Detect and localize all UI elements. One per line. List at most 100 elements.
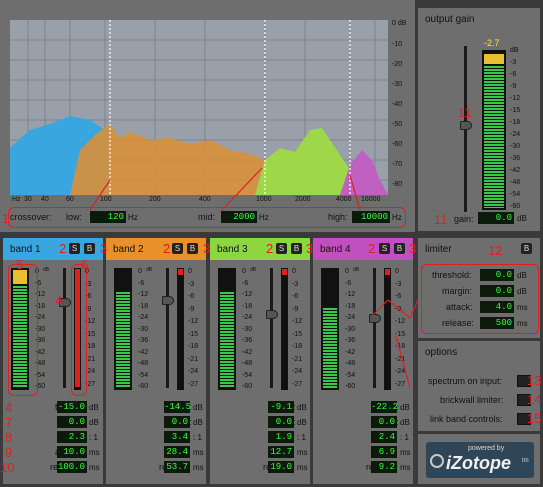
band-release-unit: ms bbox=[297, 463, 308, 472]
band-ratio-unit: : 1 bbox=[400, 433, 409, 442]
marker-3a: 3 bbox=[100, 241, 108, 256]
band-threshold-fader[interactable] bbox=[162, 296, 174, 305]
band-thresh-field[interactable]: -14.5 bbox=[164, 401, 191, 413]
marker-12: 12 bbox=[488, 243, 503, 258]
band2-spectrum bbox=[70, 124, 272, 195]
band-gain-unit: dB bbox=[400, 418, 410, 427]
output-gain-unit: dB bbox=[517, 214, 527, 223]
band-threshold-fader[interactable] bbox=[369, 314, 381, 323]
bypass-button[interactable]: B bbox=[187, 243, 198, 254]
band-gain-unit: dB bbox=[193, 418, 203, 427]
band-attack-field[interactable]: 6.9 bbox=[371, 446, 397, 458]
izotope-logo: powered by iZotope tm bbox=[418, 434, 540, 484]
spectrum-hz-scale: Hz 30 40 60 100 200 400 1000 2000 4000 1… bbox=[12, 196, 381, 203]
band-threshold-fader-track[interactable] bbox=[63, 268, 66, 388]
marker-9: 9 bbox=[5, 445, 13, 460]
limiter-bypass-button[interactable]: B bbox=[521, 243, 532, 254]
band-threshold-fader-track[interactable] bbox=[166, 268, 169, 388]
link-band-controls-label: link band controls: bbox=[430, 414, 503, 424]
band-attack-field[interactable]: 12.7 bbox=[268, 446, 294, 458]
output-peak-value: -2.7 bbox=[484, 38, 500, 48]
band-threshold-fader-track[interactable] bbox=[373, 268, 376, 388]
band-gain-reduction-meter bbox=[384, 268, 391, 390]
marker-2a: 2 bbox=[59, 241, 67, 256]
bypass-button[interactable]: B bbox=[84, 243, 95, 254]
solo-button[interactable]: S bbox=[172, 243, 183, 254]
marker-1: 1 bbox=[2, 211, 10, 226]
band-gain-field[interactable]: 0.0 bbox=[57, 416, 87, 428]
band-ratio-unit: : 1 bbox=[193, 433, 202, 442]
band-gain-unit: dB bbox=[89, 418, 99, 427]
marker-15: 15 bbox=[527, 411, 542, 426]
band-ratio-field[interactable]: 2.4 bbox=[371, 431, 397, 443]
marker-3d: 3 bbox=[409, 241, 417, 256]
marker-6: 6 bbox=[81, 257, 89, 272]
band-release-unit: ms bbox=[89, 463, 100, 472]
band-3-panel: band 3 S B 0 -6 -12 -18 -24 -30 -36 -42 -48 -54 -60 dB… bbox=[210, 238, 310, 484]
band-gain-field[interactable]: 0.0 bbox=[268, 416, 294, 428]
marker-3c: 3 bbox=[306, 241, 314, 256]
marker-2c: 2 bbox=[266, 241, 274, 256]
marker-4a: 4 bbox=[55, 293, 63, 308]
marker-3b: 3 bbox=[203, 241, 211, 256]
output-gain-field[interactable]: 0.0 bbox=[478, 212, 514, 224]
band-release-field[interactable]: 53.7 bbox=[164, 461, 190, 473]
band-ratio-unit: : 1 bbox=[297, 433, 306, 442]
band-attack-field[interactable]: 28.4 bbox=[164, 446, 190, 458]
marker-2b: 2 bbox=[163, 241, 171, 256]
marker-11b: 11 bbox=[434, 212, 448, 227]
logo-swirl-icon bbox=[430, 454, 444, 468]
solo-button[interactable]: S bbox=[69, 243, 80, 254]
band-release-field[interactable]: 19.0 bbox=[268, 461, 294, 473]
band-thresh-unit: dB bbox=[89, 403, 99, 412]
band1-gr-meter-highlight bbox=[71, 264, 87, 396]
band-threshold-fader[interactable] bbox=[266, 310, 278, 319]
band-thresh-unit: dB bbox=[400, 403, 410, 412]
band-attack-unit: ms bbox=[89, 448, 100, 457]
logo-tm: tm bbox=[522, 458, 529, 464]
band-thresh-unit: dB bbox=[193, 403, 203, 412]
band-release-unit: ms bbox=[193, 463, 204, 472]
band-gain-field[interactable]: 0.0 bbox=[164, 416, 190, 428]
band-gain-reduction-meter bbox=[177, 268, 184, 390]
logo-brand: iZotope bbox=[446, 453, 511, 473]
marker-4: 4 bbox=[5, 400, 13, 415]
band-gain-field[interactable]: 0.0 bbox=[371, 416, 397, 428]
band-ratio-field[interactable]: 1.9 bbox=[268, 431, 294, 443]
output-gain-fader[interactable] bbox=[460, 121, 472, 130]
band-attack-unit: ms bbox=[400, 448, 411, 457]
band-ratio-field[interactable]: 2.3 bbox=[57, 431, 87, 443]
marker-8: 8 bbox=[5, 430, 13, 445]
band-level-meter bbox=[114, 268, 132, 390]
band-attack-unit: ms bbox=[193, 448, 204, 457]
solo-button[interactable]: S bbox=[379, 243, 390, 254]
band-ratio-field[interactable]: 3.4 bbox=[164, 431, 190, 443]
output-meter bbox=[482, 50, 506, 210]
marker-10: 10 bbox=[0, 460, 15, 475]
band3-spectrum bbox=[255, 128, 355, 195]
band-level-meter bbox=[218, 268, 236, 390]
marker-5: 5 bbox=[16, 257, 24, 272]
spectrum-analyzer[interactable] bbox=[10, 20, 388, 195]
bypass-button[interactable]: B bbox=[291, 243, 302, 254]
band-thresh-field[interactable]: -9.1 bbox=[268, 401, 294, 413]
options-header: options bbox=[425, 347, 458, 358]
band-attack-field[interactable]: 10.0 bbox=[57, 446, 87, 458]
band-4-panel: band 4 S B 0 -6 -12 -18 -24 -30 -36 -42 -48 -54 -60 dB… bbox=[313, 238, 413, 484]
brickwall-limiter-label: brickwall limiter: bbox=[440, 395, 504, 405]
band-thresh-field[interactable]: -15.0 bbox=[57, 401, 87, 413]
limiter-highlight bbox=[421, 264, 539, 334]
band-thresh-field[interactable]: -22.2 bbox=[371, 401, 398, 413]
band-threshold-fader-track[interactable] bbox=[270, 268, 273, 388]
band-ratio-unit: : 1 bbox=[89, 433, 98, 442]
band-gain-reduction-meter bbox=[281, 268, 288, 390]
output-gain-panel: output gain -2.7 dB -3 -6 -9 -12 -15 -18… bbox=[418, 8, 540, 231]
band-release-unit: ms bbox=[400, 463, 411, 472]
band-gain-unit: dB bbox=[297, 418, 307, 427]
spectrum-db-scale: 0 dB -10 -20 -30 -40 -50 -60 -70 -80 bbox=[392, 20, 407, 188]
output-gain-label: gain: bbox=[454, 214, 474, 224]
band-release-field[interactable]: 9.2 bbox=[371, 461, 397, 473]
bypass-button[interactable]: B bbox=[394, 243, 405, 254]
solo-button[interactable]: S bbox=[276, 243, 287, 254]
band-release-field[interactable]: 100.0 bbox=[57, 461, 87, 473]
